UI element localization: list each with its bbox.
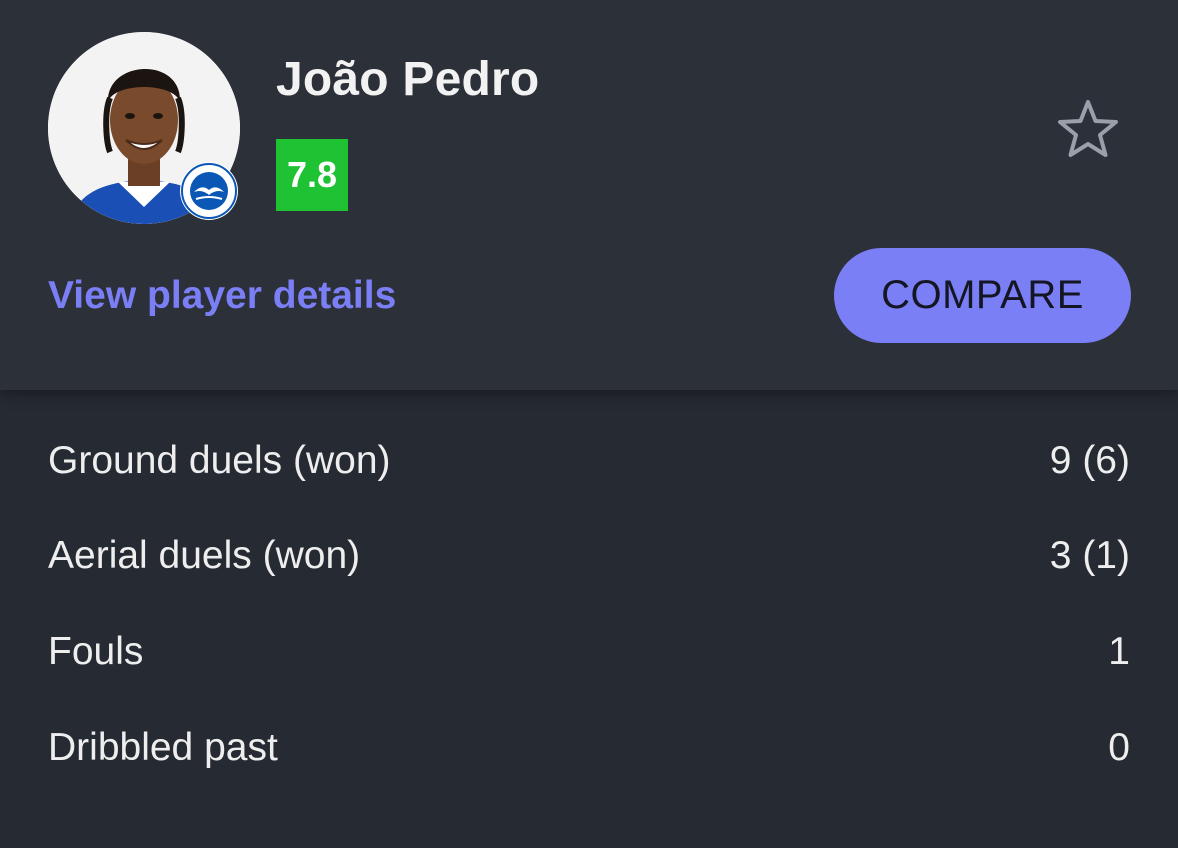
- stat-label: Aerial duels (won): [48, 534, 361, 577]
- player-stats-panel: João Pedro 7.8 View player details COMPA…: [0, 0, 1178, 848]
- favorite-star-icon[interactable]: [1056, 98, 1120, 160]
- player-name: João Pedro: [276, 53, 540, 106]
- stat-row-dribbled-past: Dribbled past 0: [48, 718, 1130, 778]
- compare-button[interactable]: COMPARE: [834, 248, 1131, 343]
- stat-value: 1: [1108, 630, 1130, 673]
- stat-row-aerial-duels: Aerial duels (won) 3 (1): [48, 526, 1130, 586]
- stat-value: 0: [1108, 726, 1130, 769]
- view-player-details-link[interactable]: View player details: [48, 274, 396, 318]
- stat-value: 9 (6): [1049, 439, 1130, 482]
- stat-label: Ground duels (won): [48, 439, 391, 482]
- stat-label: Fouls: [48, 630, 144, 673]
- player-header: João Pedro 7.8 View player details COMPA…: [0, 0, 1178, 390]
- player-rating-badge: 7.8: [276, 139, 348, 211]
- stat-row-fouls: Fouls 1: [48, 622, 1130, 682]
- stat-row-ground-duels: Ground duels (won) 9 (6): [48, 431, 1130, 491]
- stat-label: Dribbled past: [48, 726, 278, 769]
- stat-value: 3 (1): [1049, 534, 1130, 577]
- club-crest-icon: [180, 162, 238, 220]
